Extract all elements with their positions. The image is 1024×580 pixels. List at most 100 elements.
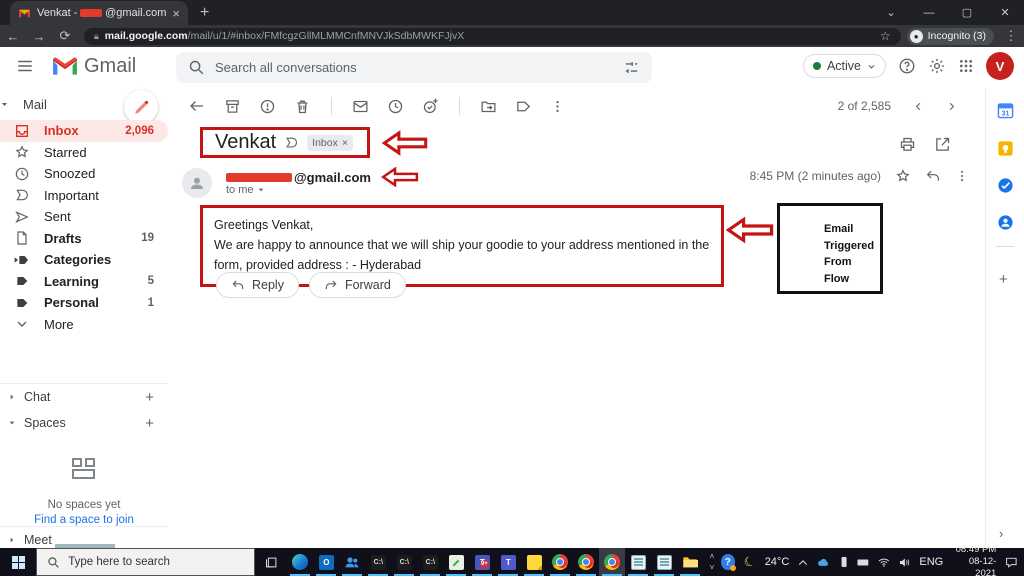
apps-grid-icon[interactable] xyxy=(958,58,974,74)
taskbar-notepad-icon[interactable] xyxy=(651,548,677,576)
sidebar-section-spaces[interactable]: Spaces + xyxy=(0,410,168,436)
open-in-new-icon[interactable] xyxy=(934,136,951,153)
taskbar-teams-icon[interactable]: T xyxy=(495,548,521,576)
inbox-label-chip[interactable]: Inbox × xyxy=(307,134,353,151)
clock[interactable]: 08:49 PM 08-12-2021 xyxy=(952,544,997,580)
minimize-button[interactable]: — xyxy=(910,7,948,19)
tab-search-icon[interactable]: ⌄ xyxy=(872,6,910,19)
volume-icon[interactable] xyxy=(899,557,911,568)
archive-icon[interactable] xyxy=(224,98,241,115)
taskbar-people-icon[interactable] xyxy=(339,548,365,576)
more-options-icon[interactable] xyxy=(550,99,565,114)
user-avatar[interactable]: V xyxy=(986,52,1014,80)
taskbar-chrome-profile-icon[interactable]: v xyxy=(573,548,599,576)
reply-button[interactable]: Reply xyxy=(216,272,299,298)
sidebar-item-sent[interactable]: Sent xyxy=(0,206,168,228)
mail-section-header[interactable]: Mail xyxy=(0,90,170,124)
weather-moon-icon[interactable]: ☾ xyxy=(741,552,758,571)
help-icon[interactable] xyxy=(898,57,916,75)
labels-icon[interactable] xyxy=(515,98,532,115)
taskbar-stickynotes-icon[interactable] xyxy=(521,548,547,576)
sidebar-item-starred[interactable]: Starred xyxy=(0,142,168,164)
new-space-icon[interactable]: + xyxy=(145,415,154,432)
sender-email[interactable]: @gmail.com xyxy=(226,170,371,185)
delete-icon[interactable] xyxy=(294,98,311,115)
recipient-line[interactable]: to me xyxy=(226,184,265,196)
sidebar-item-categories[interactable]: Categories xyxy=(0,249,168,271)
action-center-icon[interactable] xyxy=(1005,556,1018,568)
phone-link-icon[interactable] xyxy=(840,556,848,568)
address-bar[interactable]: 🔒︎ mail.google.com /mail/u/1/#inbox/FMfc… xyxy=(84,27,901,45)
browser-tab[interactable]: Venkat - @gmail.com × xyxy=(10,1,188,25)
older-email-icon[interactable] xyxy=(946,101,957,112)
search-bar[interactable]: Search all conversations xyxy=(176,52,652,83)
incognito-badge[interactable]: ● Incognito (3) xyxy=(906,27,994,45)
taskbar-chrome-profile-icon[interactable]: v xyxy=(547,548,573,576)
language-indicator[interactable]: ENG xyxy=(919,556,943,568)
status-selector[interactable]: Active xyxy=(802,54,886,78)
keep-icon[interactable] xyxy=(997,140,1014,157)
hamburger-menu-icon[interactable] xyxy=(16,57,34,80)
newer-email-icon[interactable] xyxy=(913,101,924,112)
taskbar-edge-icon[interactable] xyxy=(287,548,313,576)
more-options-icon[interactable] xyxy=(955,169,969,183)
refresh-icon[interactable]: ⟳ xyxy=(52,28,78,44)
snooze-icon[interactable] xyxy=(387,98,404,115)
sidebar-item-learning[interactable]: Learning 5 xyxy=(0,271,168,293)
temperature[interactable]: 24°C xyxy=(765,556,790,568)
reply-icon[interactable] xyxy=(925,168,941,184)
taskbar-chrome-active-icon[interactable]: v xyxy=(599,548,626,576)
star-icon[interactable] xyxy=(895,168,911,184)
print-icon[interactable] xyxy=(899,136,916,153)
sidebar-item-drafts[interactable]: Drafts 19 xyxy=(0,228,168,250)
search-options-icon[interactable] xyxy=(623,59,640,76)
move-to-icon[interactable] xyxy=(480,98,497,115)
sidebar-item-important[interactable]: Important xyxy=(0,185,168,207)
start-button[interactable] xyxy=(0,548,36,576)
taskbar-editor-icon[interactable] xyxy=(443,548,469,576)
taskbar-terminal-icon[interactable]: C:\ xyxy=(365,548,391,576)
sidebar-section-chat[interactable]: Chat + xyxy=(0,384,168,410)
sender-avatar[interactable] xyxy=(182,168,212,198)
bookmark-star-icon[interactable]: ☆ xyxy=(880,29,891,43)
back-nav-icon[interactable]: ← xyxy=(0,29,26,44)
taskbar-outlook-icon[interactable]: O xyxy=(313,548,339,576)
sidebar-item-inbox[interactable]: Inbox 2,096 xyxy=(0,120,168,142)
taskbar-overflow-arrows[interactable]: ˄ ˅ xyxy=(703,548,720,576)
forward-button[interactable]: Forward xyxy=(308,272,406,298)
taskbar-notepad-icon[interactable] xyxy=(625,548,651,576)
compose-button[interactable] xyxy=(124,90,158,124)
help-app-icon[interactable]: ? xyxy=(720,554,736,571)
task-view-button[interactable] xyxy=(255,548,287,576)
wifi-icon[interactable] xyxy=(878,557,890,568)
sidebar-item-snoozed[interactable]: Snoozed xyxy=(0,163,168,185)
find-space-link[interactable]: Find a space to join xyxy=(34,514,134,526)
browser-menu-icon[interactable]: ⋮ xyxy=(998,28,1024,44)
tab-close-icon[interactable]: × xyxy=(172,7,180,20)
add-to-tasks-icon[interactable] xyxy=(422,98,439,115)
taskbar-terminal-icon[interactable]: C:\ xyxy=(417,548,443,576)
taskbar-teams-icon[interactable]: T9+ xyxy=(469,548,495,576)
taskbar-terminal-icon[interactable]: C:\ xyxy=(391,548,417,576)
taskbar-folder-icon[interactable] xyxy=(677,548,703,576)
taskbar-search[interactable]: Type here to search xyxy=(36,548,255,576)
contacts-icon[interactable] xyxy=(997,214,1014,231)
get-addons-icon[interactable]: + xyxy=(999,271,1008,288)
calendar-icon[interactable]: 31 xyxy=(997,102,1014,119)
chip-remove-icon[interactable]: × xyxy=(342,137,348,149)
new-chat-icon[interactable]: + xyxy=(145,389,154,406)
sidebar-item-more[interactable]: More xyxy=(0,314,168,336)
important-marker-icon[interactable] xyxy=(284,135,299,150)
maximize-button[interactable]: ▢ xyxy=(948,6,986,19)
settings-gear-icon[interactable] xyxy=(928,57,946,75)
report-spam-icon[interactable] xyxy=(259,98,276,115)
keyboard-icon[interactable] xyxy=(857,557,869,568)
hidden-icons-chevron[interactable] xyxy=(798,558,808,567)
forward-nav-icon[interactable]: → xyxy=(26,29,52,44)
back-icon[interactable] xyxy=(188,97,206,115)
gmail-logo[interactable]: Gmail xyxy=(52,55,136,78)
sidebar-item-personal[interactable]: Personal 1 xyxy=(0,292,168,314)
onedrive-cloud-icon[interactable] xyxy=(817,557,831,568)
tasks-icon[interactable] xyxy=(997,177,1014,194)
collapse-panel-icon[interactable]: › xyxy=(999,526,1003,541)
